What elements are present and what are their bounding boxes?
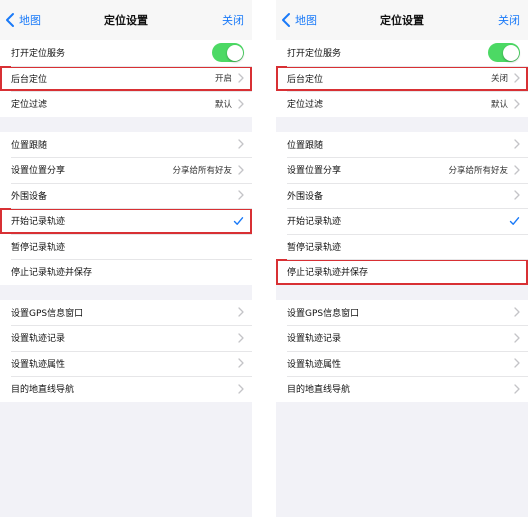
row-label: 停止记录轨迹并保存	[11, 268, 93, 279]
chevron-right-icon	[514, 139, 520, 149]
chevron-right-icon	[238, 73, 244, 83]
navigation-bar: 地图 定位设置 关闭	[0, 0, 252, 40]
settings-group-config: 设置GPS信息窗口 设置轨迹记录 设置轨迹属性 目的地直线导航	[0, 299, 252, 402]
row-label: 目的地直线导航	[11, 385, 75, 396]
row-location-share[interactable]: 设置位置分享 分享给所有好友	[276, 157, 528, 183]
chevron-right-icon	[238, 333, 244, 343]
chevron-right-icon	[514, 333, 520, 343]
row-label: 后台定位	[11, 74, 48, 85]
location-service-toggle[interactable]	[212, 43, 244, 63]
row-location-filter[interactable]: 定位过滤 默认	[0, 91, 252, 117]
row-start-track[interactable]: 开始记录轨迹	[0, 208, 252, 234]
row-label: 设置轨迹属性	[11, 359, 66, 370]
chevron-right-icon	[238, 384, 244, 394]
row-label: 设置轨迹属性	[287, 359, 342, 370]
row-label: 暂停记录轨迹	[287, 242, 342, 253]
row-track-recording[interactable]: 设置轨迹记录	[276, 325, 528, 351]
checkmark-icon	[233, 216, 244, 225]
row-background-location[interactable]: 后台定位 关闭	[276, 65, 528, 91]
chevron-right-icon	[514, 165, 520, 175]
settings-panel-before: 地图 定位设置 关闭 打开定位服务 后台定位 开启 定位过滤 默认 位置跟随 设…	[0, 0, 252, 517]
row-label: 定位过滤	[11, 100, 48, 111]
row-label: 开始记录轨迹	[287, 217, 342, 228]
row-label: 设置GPS信息窗口	[11, 308, 84, 319]
settings-panel-after: 地图 定位设置 关闭 打开定位服务 后台定位 关闭 定位过滤 默认 位置跟随 设…	[276, 0, 528, 517]
row-value: 默认	[214, 99, 232, 110]
chevron-right-icon	[514, 384, 520, 394]
row-stop-save-track[interactable]: 停止记录轨迹并保存	[0, 259, 252, 285]
row-value: 分享给所有好友	[448, 165, 508, 176]
chevron-right-icon	[238, 165, 244, 175]
chevron-right-icon	[238, 307, 244, 317]
row-pause-track[interactable]: 暂停记录轨迹	[276, 233, 528, 260]
row-label: 后台定位	[287, 74, 324, 85]
row-gps-window[interactable]: 设置GPS信息窗口	[0, 300, 252, 326]
row-label: 打开定位服务	[287, 49, 342, 60]
row-pause-track[interactable]: 暂停记录轨迹	[0, 233, 252, 260]
row-label: 暂停记录轨迹	[11, 242, 66, 253]
settings-group-location: 打开定位服务 后台定位 开启 定位过滤 默认	[0, 40, 252, 117]
row-label: 位置跟随	[11, 140, 48, 151]
row-position-follow[interactable]: 位置跟随	[276, 132, 528, 158]
row-label: 位置跟随	[287, 140, 324, 151]
location-service-toggle[interactable]	[488, 43, 520, 63]
row-gps-window[interactable]: 设置GPS信息窗口	[276, 300, 528, 326]
row-track-recording[interactable]: 设置轨迹记录	[0, 325, 252, 351]
row-label: 设置位置分享	[11, 166, 66, 177]
page-title: 定位设置	[380, 14, 424, 27]
row-background-location[interactable]: 后台定位 开启	[0, 65, 252, 91]
row-value: 开启	[214, 74, 232, 85]
row-stop-save-track[interactable]: 停止记录轨迹并保存	[276, 259, 528, 285]
row-label: 目的地直线导航	[287, 385, 351, 396]
row-label: 开始记录轨迹	[11, 217, 66, 228]
chevron-right-icon	[514, 190, 520, 200]
chevron-right-icon	[238, 190, 244, 200]
close-button[interactable]: 关闭	[498, 12, 520, 28]
chevron-right-icon	[238, 139, 244, 149]
row-label: 外围设备	[287, 191, 324, 202]
settings-group-track: 位置跟随 设置位置分享 分享给所有好友 外围设备 开始记录轨迹 暂停记录轨迹 停…	[0, 131, 252, 285]
row-start-track[interactable]: 开始记录轨迹	[276, 208, 528, 234]
row-track-attributes[interactable]: 设置轨迹属性	[276, 350, 528, 377]
row-direct-navigation[interactable]: 目的地直线导航	[276, 376, 528, 402]
row-peripherals[interactable]: 外围设备	[276, 182, 528, 209]
chevron-right-icon	[514, 307, 520, 317]
chevron-right-icon	[514, 73, 520, 83]
chevron-right-icon	[514, 99, 520, 109]
row-position-follow[interactable]: 位置跟随	[0, 132, 252, 158]
row-peripherals[interactable]: 外围设备	[0, 182, 252, 209]
row-value: 关闭	[490, 74, 508, 85]
navigation-bar: 地图 定位设置 关闭	[276, 0, 528, 40]
row-value: 默认	[490, 99, 508, 110]
settings-group-config: 设置GPS信息窗口 设置轨迹记录 设置轨迹属性 目的地直线导航	[276, 299, 528, 402]
row-label: 外围设备	[11, 191, 48, 202]
row-location-service[interactable]: 打开定位服务	[276, 40, 528, 66]
row-direct-navigation[interactable]: 目的地直线导航	[0, 376, 252, 402]
row-value: 分享给所有好友	[172, 165, 232, 176]
row-location-share[interactable]: 设置位置分享 分享给所有好友	[0, 157, 252, 183]
row-label: 停止记录轨迹并保存	[287, 268, 369, 279]
checkmark-icon	[509, 216, 520, 225]
row-location-service[interactable]: 打开定位服务	[0, 40, 252, 66]
row-label: 设置GPS信息窗口	[287, 308, 360, 319]
row-label: 设置轨迹记录	[11, 334, 66, 345]
row-location-filter[interactable]: 定位过滤 默认	[276, 91, 528, 117]
row-label: 设置轨迹记录	[287, 334, 342, 345]
chevron-right-icon	[514, 358, 520, 368]
close-button[interactable]: 关闭	[222, 12, 244, 28]
settings-group-location: 打开定位服务 后台定位 关闭 定位过滤 默认	[276, 40, 528, 117]
chevron-right-icon	[238, 358, 244, 368]
row-label: 定位过滤	[287, 100, 324, 111]
row-track-attributes[interactable]: 设置轨迹属性	[0, 350, 252, 377]
row-label: 打开定位服务	[11, 49, 66, 60]
row-label: 设置位置分享	[287, 166, 342, 177]
page-title: 定位设置	[104, 14, 148, 27]
chevron-right-icon	[238, 99, 244, 109]
settings-group-track: 位置跟随 设置位置分享 分享给所有好友 外围设备 开始记录轨迹 暂停记录轨迹 停…	[276, 131, 528, 285]
